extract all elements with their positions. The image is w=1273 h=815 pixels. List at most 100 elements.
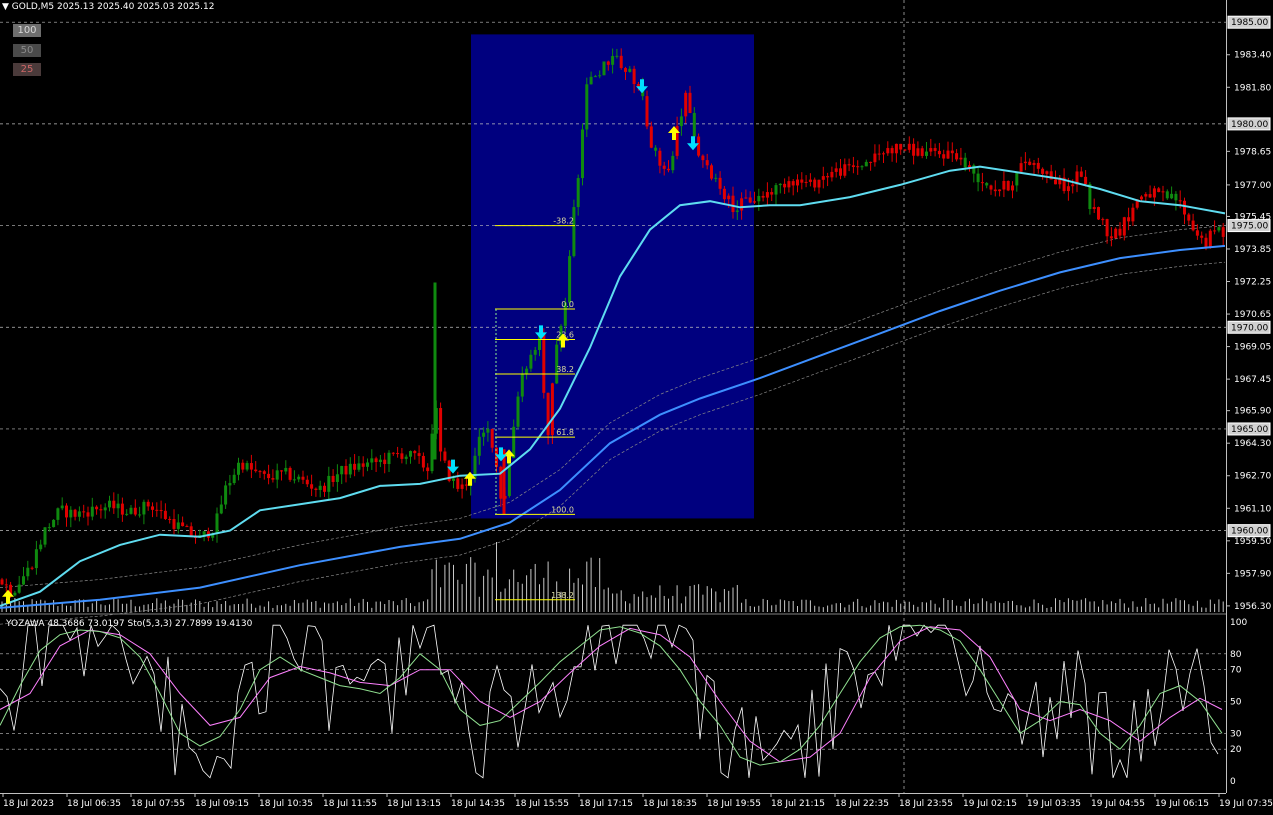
- candle-body: [550, 383, 554, 436]
- price-tick-label: 1983.40: [1234, 51, 1271, 61]
- time-tick-label: 18 Jul 15:55: [515, 799, 569, 809]
- candle-body: [1006, 180, 1010, 191]
- candle-body: [864, 161, 868, 167]
- price-tick-label: 1957.90: [1234, 569, 1271, 579]
- candle-body: [22, 576, 25, 585]
- candle-body: [753, 201, 756, 203]
- candle-body: [830, 171, 834, 178]
- candle-body: [839, 168, 842, 176]
- candle-body: [430, 433, 434, 472]
- candle-body: [460, 484, 464, 489]
- chart-canvas[interactable]: -38.20.023.638.261.8100.0138.21983.40198…: [0, 0, 1273, 815]
- candle-body: [955, 153, 959, 160]
- candle-body: [292, 479, 296, 481]
- candle-body: [413, 451, 417, 454]
- candle-body: [1127, 217, 1131, 222]
- candle-body: [90, 506, 94, 517]
- candle-body: [224, 485, 228, 505]
- candle-body: [920, 148, 924, 156]
- sub-tick-label: 80: [1230, 650, 1242, 660]
- zoom-100-button[interactable]: 100: [13, 24, 41, 37]
- zoom-25-button[interactable]: 25: [13, 63, 41, 76]
- time-tick-label: 18 Jul 22:35: [835, 799, 889, 809]
- zoom-50-button[interactable]: 50: [13, 44, 41, 57]
- candle-body: [606, 61, 610, 65]
- candle-body: [34, 549, 38, 569]
- candle-body: [370, 458, 374, 463]
- candle-body: [378, 459, 382, 463]
- candle-body: [937, 150, 941, 155]
- candle-body: [1195, 230, 1199, 236]
- candle-body: [1105, 219, 1109, 237]
- candle-body: [658, 150, 662, 166]
- candle-body: [1170, 193, 1174, 199]
- fib-level-label: 61.8: [556, 428, 574, 437]
- candle-body: [718, 177, 722, 189]
- candle-body: [4, 584, 8, 586]
- triangle-down-icon[interactable]: ▼: [2, 2, 9, 12]
- candle-body: [348, 463, 352, 475]
- candle-body: [52, 519, 56, 528]
- candle-body: [645, 96, 649, 127]
- price-tick-label: 1965.90: [1234, 407, 1271, 417]
- candle-body: [980, 182, 984, 184]
- fib-level-label: 38.2: [556, 365, 574, 374]
- candle-body: [344, 465, 348, 475]
- candle-body: [1157, 188, 1161, 193]
- candle-body: [963, 157, 967, 168]
- subwindow-label: YOZAWA 48.3686 73.0197 Sto(5,3,3) 27.789…: [6, 619, 253, 629]
- sub-tick-label: 50: [1230, 698, 1242, 708]
- candle-body: [323, 485, 326, 492]
- candle-body: [443, 451, 447, 461]
- candle-body: [1140, 196, 1143, 200]
- candle-body: [146, 501, 150, 507]
- candle-body: [1019, 163, 1023, 172]
- candle-body: [778, 183, 782, 186]
- sub-tick-label: 20: [1230, 745, 1242, 755]
- candle-body: [968, 165, 971, 168]
- candle-body: [464, 484, 468, 486]
- sub-tick-label: 70: [1230, 666, 1242, 676]
- candle-body: [628, 68, 632, 72]
- candle-body: [989, 185, 993, 190]
- candle-body: [1071, 184, 1075, 187]
- candle-body: [417, 453, 421, 456]
- candle-body: [1109, 236, 1113, 239]
- candle-body: [1152, 188, 1156, 198]
- candle-body: [155, 509, 159, 511]
- candle-body: [327, 475, 331, 492]
- candle-body: [185, 526, 189, 528]
- candle-body: [189, 526, 193, 536]
- candle-body: [998, 189, 1002, 192]
- candle-body: [976, 173, 980, 183]
- price-tick-label: 1959.50: [1234, 537, 1271, 547]
- candle-body: [765, 192, 769, 198]
- candle-body: [387, 452, 391, 465]
- candle-body: [47, 527, 51, 529]
- candle-body: [1144, 194, 1148, 197]
- candle-body: [843, 164, 847, 176]
- candle-body: [525, 368, 529, 374]
- candle-body: [366, 462, 369, 467]
- candle-body: [946, 150, 950, 159]
- candle-body: [228, 483, 232, 486]
- candle-body: [1036, 162, 1040, 169]
- candle-body: [219, 504, 223, 514]
- candle-body: [482, 432, 486, 437]
- candle-body: [731, 195, 735, 213]
- time-tick-label: 18 Jul 21:15: [771, 799, 825, 809]
- candle-body: [1200, 235, 1204, 238]
- time-tick-label: 18 Jul 09:15: [195, 799, 249, 809]
- candle-body: [232, 474, 236, 484]
- candle-body: [804, 181, 808, 183]
- candle-body: [740, 198, 744, 211]
- candle-body: [533, 349, 537, 355]
- candle-body: [163, 510, 167, 519]
- price-tick-label: 1969.05: [1234, 343, 1271, 353]
- candle-body: [258, 471, 262, 473]
- candle-body: [391, 452, 395, 454]
- candle-body: [108, 500, 111, 508]
- price-tick-label: 1981.80: [1234, 83, 1271, 93]
- candle-body: [112, 500, 116, 509]
- candle-body: [1148, 194, 1152, 198]
